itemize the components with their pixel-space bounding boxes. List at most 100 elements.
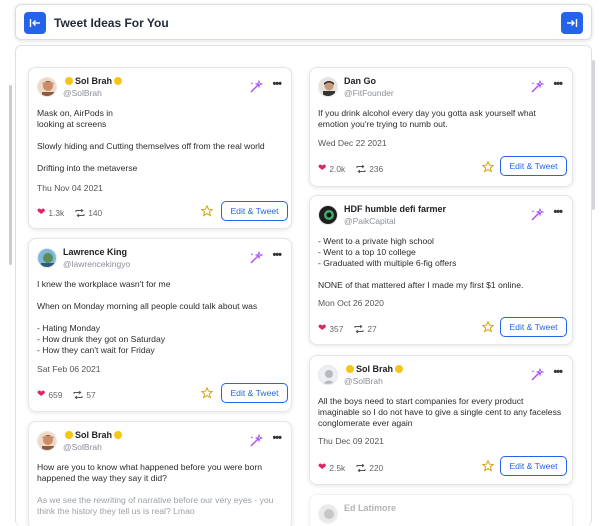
heart-icon: ❤ <box>318 323 327 334</box>
author-name: Dan Go <box>344 76 377 86</box>
author-handle: @SolBrah <box>63 442 102 452</box>
sun-emoji-icon <box>65 431 73 439</box>
sun-emoji-icon <box>65 77 73 85</box>
more-options-icon[interactable]: ••• <box>553 206 563 218</box>
author-handle: @SolBrah <box>344 376 383 386</box>
heart-icon: ❤ <box>318 163 327 174</box>
star-icon[interactable] <box>201 205 213 217</box>
author-name: Ed Latimore <box>344 503 397 513</box>
tweet-card: Lawrence King @lawrencekingyo ••• I knew… <box>28 238 292 412</box>
heart-icon: ❤ <box>318 462 327 473</box>
avatar <box>318 205 338 225</box>
retweet-count: 220 <box>369 462 384 473</box>
tweet-date: Thu Dec 09 2021 <box>318 436 384 446</box>
retweet-count: 57 <box>86 389 96 400</box>
author-name: HDF humble defi farmer <box>344 204 447 214</box>
star-icon[interactable] <box>482 321 494 333</box>
retweet-icon <box>356 164 366 173</box>
header-bar: Tweet Ideas For You <box>15 4 592 40</box>
avatar <box>318 77 338 97</box>
sun-emoji-icon <box>395 365 404 373</box>
tweet-body-continued: As we see the rewriting of narrative bef… <box>37 495 274 516</box>
tweet-body: Mask on, AirPods in looking at screens S… <box>37 108 265 173</box>
tweet-date: Mon Oct 26 2020 <box>318 298 384 308</box>
magic-wand-icon[interactable] <box>249 251 263 265</box>
tweet-stats: ❤ 659 57 <box>37 389 96 400</box>
sun-emoji-icon <box>114 431 123 439</box>
sun-emoji-icon <box>114 77 123 85</box>
tweet-card: Sol Brah @SolBrah ••• All the boys need … <box>309 355 573 485</box>
magic-wand-icon[interactable] <box>249 434 263 448</box>
tweet-body: If you drink alcohol every day you gotta… <box>318 108 536 129</box>
star-icon[interactable] <box>482 460 494 472</box>
arrow-right-bar-icon <box>567 19 578 27</box>
like-count: 1.3k <box>48 207 65 218</box>
tweet-date: Sat Feb 06 2021 <box>37 364 101 374</box>
more-options-icon[interactable]: ••• <box>272 78 282 90</box>
avatar <box>318 365 338 385</box>
tweet-card: Sol Brah @SolBrah ••• How are you to kno… <box>28 421 292 526</box>
avatar <box>37 77 57 97</box>
edit-and-tweet-button[interactable]: Edit & Tweet <box>221 383 288 403</box>
retweet-count: 140 <box>88 207 103 218</box>
tweet-body: How are you to know what happened before… <box>37 462 263 483</box>
edit-and-tweet-button[interactable]: Edit & Tweet <box>500 156 567 176</box>
tweet-card: Dan Go @FitFounder ••• If you drink alco… <box>309 67 573 187</box>
retweet-icon <box>75 208 85 217</box>
avatar <box>37 431 57 451</box>
author-handle: @SolBrah <box>63 88 102 98</box>
avatar <box>37 248 57 268</box>
more-options-icon[interactable]: ••• <box>553 78 563 90</box>
tweet-stats: ❤ 2.5k 220 <box>318 462 383 473</box>
retweet-icon <box>73 390 83 399</box>
retweet-count: 27 <box>367 323 377 334</box>
magic-wand-icon[interactable] <box>530 368 544 382</box>
right-scrollbar[interactable] <box>592 60 595 210</box>
author-handle: @PaikCapital <box>344 216 396 226</box>
author-handle: @lawrencekingyo <box>63 259 131 269</box>
edit-and-tweet-button[interactable]: Edit & Tweet <box>500 456 567 476</box>
tweet-card: Sol Brah @SolBrah ••• Mask on, AirPods i… <box>28 67 292 229</box>
retweet-icon <box>354 324 364 333</box>
heart-icon: ❤ <box>37 207 46 218</box>
tweet-date: Thu Nov 04 2021 <box>37 183 103 193</box>
edit-and-tweet-button[interactable]: Edit & Tweet <box>500 317 567 337</box>
arrow-left-bar-icon <box>29 19 40 27</box>
tweet-card: HDF humble defi farmer @PaikCapital ••• … <box>309 195 573 345</box>
heart-icon: ❤ <box>37 389 46 400</box>
sun-emoji-icon <box>346 365 354 373</box>
tweet-stats: ❤ 357 27 <box>318 323 377 334</box>
retweet-icon <box>356 463 366 472</box>
star-icon[interactable] <box>201 387 213 399</box>
star-icon[interactable] <box>482 161 494 173</box>
page-title: Tweet Ideas For You <box>54 16 169 30</box>
edit-and-tweet-button[interactable]: Edit & Tweet <box>221 201 288 221</box>
tweet-stats: ❤ 2.0k 236 <box>318 163 383 174</box>
more-options-icon[interactable]: ••• <box>553 366 563 378</box>
tweet-body: All the boys need to start companies for… <box>318 396 562 428</box>
tweet-stats: ❤ 1.3k 140 <box>37 207 102 218</box>
author-name: Sol Brah <box>63 76 124 86</box>
magic-wand-icon[interactable] <box>530 208 544 222</box>
collapse-left-button[interactable] <box>24 12 46 34</box>
like-count: 659 <box>48 389 63 400</box>
retweet-count: 236 <box>369 163 384 174</box>
author-name: Sol Brah <box>344 364 405 374</box>
magic-wand-icon[interactable] <box>249 80 263 94</box>
tweet-body: I knew the workplace wasn't for me When … <box>37 279 258 355</box>
tweet-body: - Went to a private high school - Went t… <box>318 236 524 290</box>
author-name: Sol Brah <box>63 430 124 440</box>
author-name: Lawrence King <box>63 247 128 257</box>
magic-wand-icon[interactable] <box>530 80 544 94</box>
like-count: 2.0k <box>329 163 346 174</box>
like-count: 357 <box>329 323 344 334</box>
author-handle: @FitFounder <box>344 88 394 98</box>
like-count: 2.5k <box>329 462 346 473</box>
collapse-right-button[interactable] <box>561 12 583 34</box>
avatar <box>318 504 338 524</box>
tweet-card: Ed Latimore <box>309 494 573 526</box>
tweet-date: Wed Dec 22 2021 <box>318 138 387 148</box>
more-options-icon[interactable]: ••• <box>272 432 282 444</box>
more-options-icon[interactable]: ••• <box>272 249 282 261</box>
left-scrollbar[interactable] <box>9 85 12 265</box>
